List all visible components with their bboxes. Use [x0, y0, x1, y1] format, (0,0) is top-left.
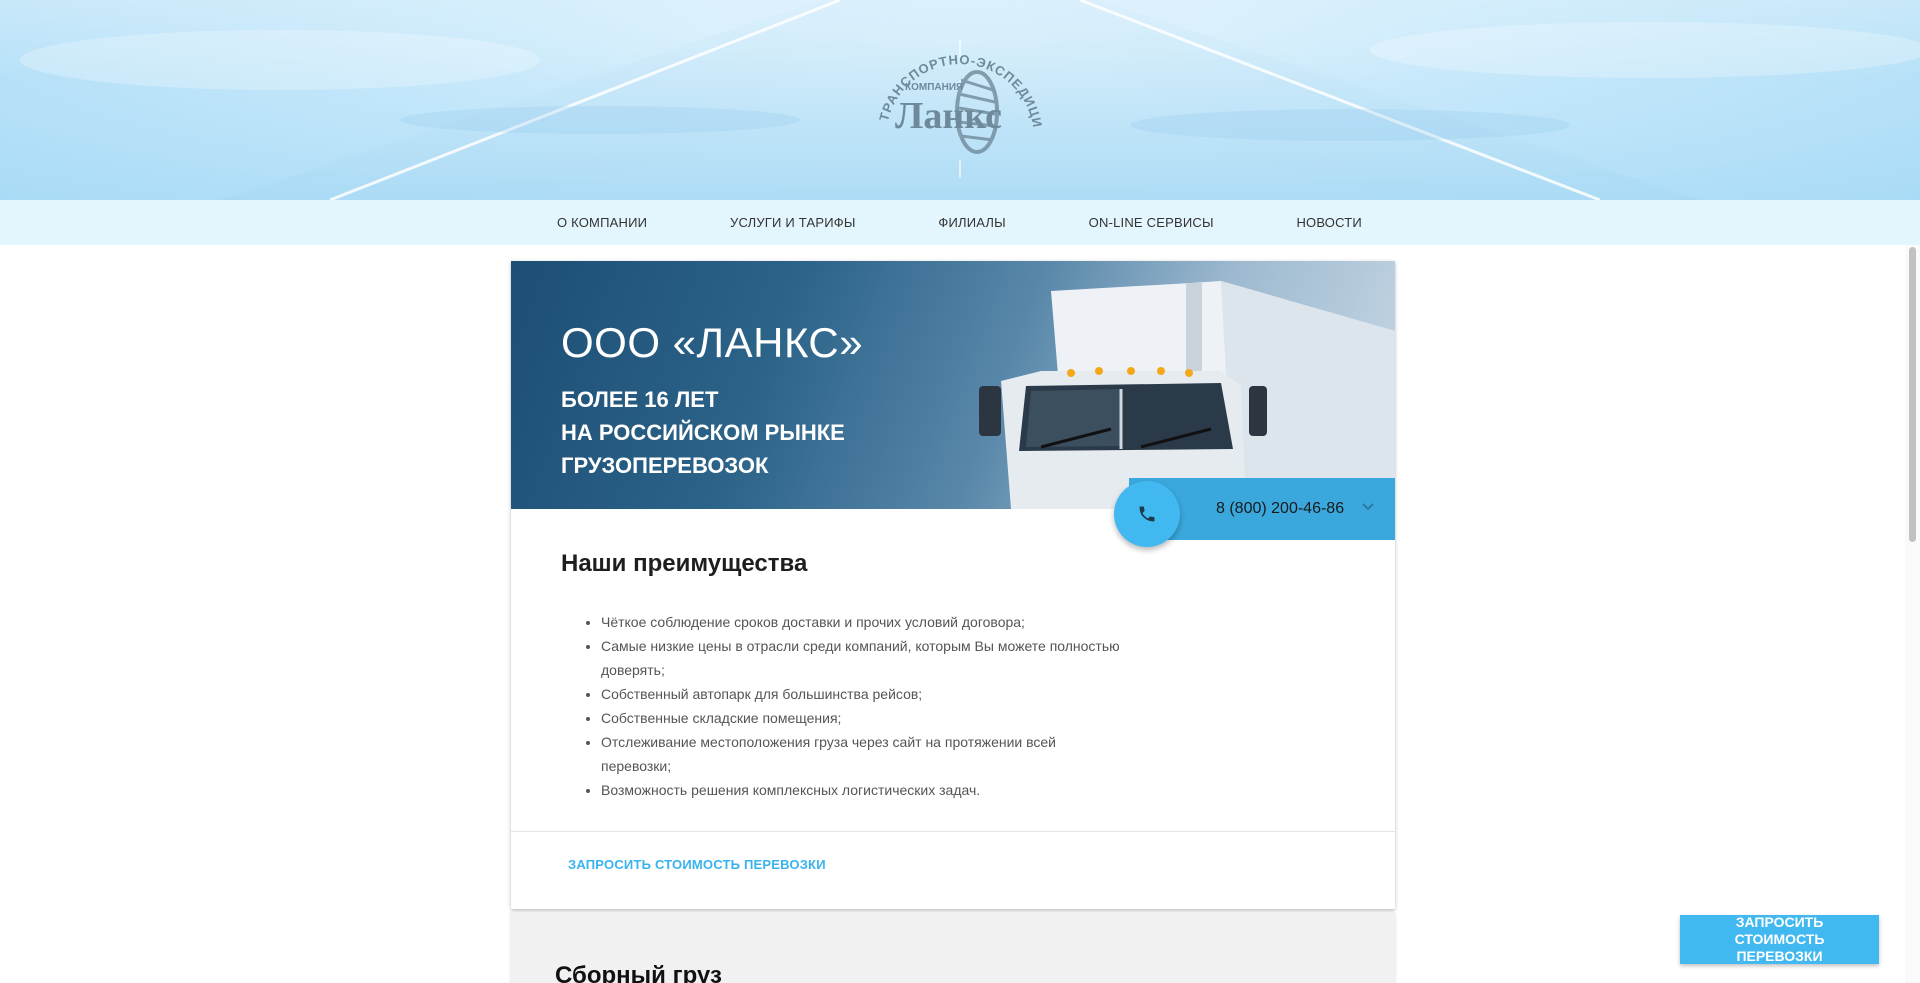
- card-divider: [511, 831, 1395, 832]
- logo-small-text: КОМПАНИЯ: [905, 82, 963, 93]
- truck-image: [979, 281, 1395, 509]
- logo-graphic: ТРАНСПОРТНО-ЭКСПЕДИЦИОННАЯ КОМПАНИЯ Ланк…: [859, 16, 1044, 154]
- phone-call-button[interactable]: [1114, 481, 1180, 547]
- scrollbar-thumb[interactable]: [1909, 247, 1916, 542]
- nav-item-services[interactable]: УСЛУГИ И ТАРИФЫ: [730, 215, 856, 230]
- scrollbar[interactable]: [1905, 245, 1920, 983]
- phone-number[interactable]: 8 (800) 200-46-86: [1216, 500, 1344, 518]
- main-nav: О КОМПАНИИ УСЛУГИ И ТАРИФЫ ФИЛИАЛЫ ON-LI…: [0, 200, 1920, 245]
- hero-subtitle: БОЛЕЕ 16 ЛЕТ НА РОССИЙСКОМ РЫНКЕ ГРУЗОПЕ…: [561, 383, 921, 482]
- consolidated-cargo-title: Сборный груз: [555, 962, 722, 983]
- request-quote-link[interactable]: ЗАПРОСИТЬ СТОИМОСТЬ ПЕРЕВОЗКИ: [568, 857, 826, 872]
- advantages-list: Чёткое соблюдение сроков доставки и проч…: [601, 610, 1121, 802]
- page-header: ТРАНСПОРТНО-ЭКСПЕДИЦИОННАЯ КОМПАНИЯ Ланк…: [0, 0, 1920, 200]
- nav-item-news[interactable]: НОВОСТИ: [1296, 215, 1362, 230]
- hero-subtitle-line: БОЛЕЕ 16 ЛЕТ: [561, 387, 719, 412]
- nav-item-about[interactable]: О КОМПАНИИ: [557, 215, 647, 230]
- hero-title: ООО «ЛАНКС»: [561, 319, 864, 366]
- logo-brand-text: Ланкс: [895, 95, 1002, 137]
- list-item: Собственные складские помещения;: [601, 706, 1121, 730]
- nav-list: О КОМПАНИИ УСЛУГИ И ТАРИФЫ ФИЛИАЛЫ ON-LI…: [512, 200, 1407, 245]
- list-item: Возможность решения комплексных логистич…: [601, 778, 1121, 802]
- list-item: Отслеживание местоположения груза через …: [601, 730, 1121, 778]
- list-item: Самые низкие цены в отрасли среди компан…: [601, 634, 1121, 682]
- list-item: Чёткое соблюдение сроков доставки и проч…: [601, 610, 1121, 634]
- floating-request-quote-button[interactable]: ЗАПРОСИТЬ СТОИМОСТЬ ПЕРЕВОЗКИ: [1680, 914, 1879, 964]
- list-item: Собственный автопарк для большинства рей…: [601, 682, 1121, 706]
- hero-banner: ООО «ЛАНКС» БОЛЕЕ 16 ЛЕТ НА РОССИЙСКОМ Р…: [511, 261, 1395, 509]
- company-logo[interactable]: ТРАНСПОРТНО-ЭКСПЕДИЦИОННАЯ КОМПАНИЯ Ланк…: [859, 16, 1055, 163]
- hero-subtitle-line: НА РОССИЙСКОМ РЫНКЕ: [561, 420, 845, 445]
- hero-subtitle-line: ГРУЗОПЕРЕВОЗОК: [561, 453, 769, 478]
- chevron-down-icon[interactable]: [1361, 500, 1375, 514]
- phone-icon: [1139, 506, 1155, 522]
- consolidated-cargo-card: Сборный груз: [511, 912, 1395, 983]
- about-card: ООО «ЛАНКС» БОЛЕЕ 16 ЛЕТ НА РОССИЙСКОМ Р…: [511, 261, 1395, 909]
- nav-item-online-services[interactable]: ON-LINE СЕРВИСЫ: [1089, 215, 1214, 230]
- advantages-title: Наши преимущества: [561, 550, 808, 577]
- nav-item-branches[interactable]: ФИЛИАЛЫ: [938, 215, 1006, 230]
